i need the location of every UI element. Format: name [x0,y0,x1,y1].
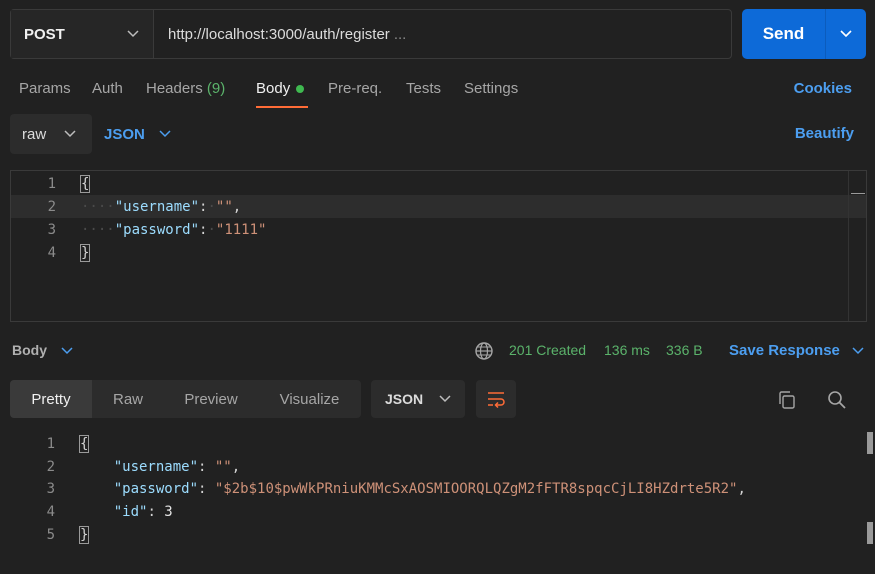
line-number: 3 [47,221,56,238]
chevron-down-icon [127,30,139,38]
tab-auth[interactable]: Auth [92,80,123,97]
scrollbar-thumb[interactable] [851,193,865,194]
code-line: 5 } [10,523,867,546]
line-number: 4 [47,244,56,261]
save-response-label: Save Response [729,342,840,359]
code-line: 4 "id": 3 [10,500,867,523]
tab-visualize[interactable]: Visualize [258,380,361,418]
save-response-button[interactable]: Save Response [729,342,864,359]
json-value: "1111" [215,221,267,238]
line-number: 3 [46,480,55,497]
globe-icon[interactable] [474,341,494,361]
wrap-lines-button[interactable] [476,380,516,418]
method-select[interactable]: POST [11,10,154,58]
response-size[interactable]: 336 B [666,342,703,358]
code-line: 2 ····"username":·"", [11,195,866,218]
tab-raw[interactable]: Raw [92,380,164,418]
code-line: 3 ····"password":·"1111" [11,218,866,241]
close-brace: } [79,243,91,262]
send-button-group: Send [742,9,866,59]
open-brace: { [79,174,91,193]
tab-preview[interactable]: Preview [164,380,258,418]
request-url-bar: POST http://localhost:3000/auth/register… [10,9,732,59]
open-brace: { [78,434,90,453]
beautify-button[interactable]: Beautify [795,125,854,142]
chevron-down-icon [439,395,451,403]
url-text: http://localhost:3000/auth/register [168,25,390,43]
url-ellipsis: ... [393,25,407,43]
chevron-down-icon [852,347,864,355]
language-select[interactable]: JSON [104,114,171,154]
tab-settings[interactable]: Settings [464,80,518,97]
cookies-link[interactable]: Cookies [794,80,852,97]
request-body-editor[interactable]: 1 { 2 ····"username":·"", 3 ····"passwor… [10,170,867,322]
chevron-down-icon [64,130,76,138]
body-mode-select[interactable]: raw [10,114,92,154]
json-value: 3 [164,503,173,520]
body-mode-label: raw [22,125,47,143]
json-key: "password" [113,480,199,497]
body-indicator-dot [296,85,305,94]
response-view-tabs: Pretty Raw Preview Visualize [10,380,361,418]
tab-body-label: Body [256,80,291,97]
status-code[interactable]: 201 Created [509,342,586,358]
tab-prereq[interactable]: Pre-req. [328,80,382,97]
code-line: 4 } [11,241,866,264]
wrap-lines-icon [488,392,505,408]
headers-count: (9) [206,80,226,97]
send-button[interactable]: Send [742,9,826,59]
close-brace: } [78,525,90,544]
response-format-select[interactable]: JSON [371,380,465,418]
json-key: "password" [114,221,200,238]
code-line: 3 "password": "$2b$10$pwWkPRniuKMMcSxAOS… [10,477,867,500]
line-number: 1 [47,175,56,192]
chevron-down-icon [159,130,171,138]
json-key: "username" [113,458,199,475]
code-line: 2 "username": "", [10,455,867,478]
request-tabs: Params Auth Headers (9) Body Pre-req. Te… [0,70,875,110]
tab-params[interactable]: Params [19,80,71,97]
active-tab-underline [256,106,308,108]
json-key: "id" [113,503,148,520]
response-body-viewer[interactable]: 1 { 2 "username": "", 3 "password": "$2b… [10,432,873,562]
scrollbar-thumb[interactable] [867,432,873,454]
line-number: 2 [46,458,55,475]
tab-tests[interactable]: Tests [406,80,441,97]
code-line: 1 { [10,432,867,455]
tab-pretty[interactable]: Pretty [10,380,92,418]
editor-scrollbar[interactable] [848,171,866,321]
line-number: 2 [47,198,56,215]
json-value: "" [215,198,233,215]
copy-icon[interactable] [777,390,797,410]
tab-headers-label: Headers [146,80,203,97]
response-time[interactable]: 136 ms [604,342,650,358]
response-format-label: JSON [385,391,424,407]
scrollbar-thumb[interactable] [867,522,873,544]
line-number: 5 [46,526,55,543]
line-number: 1 [46,435,55,452]
language-label: JSON [104,125,145,143]
tab-headers[interactable]: Headers (9) [146,80,225,97]
json-key: "username" [114,198,200,215]
send-options-button[interactable] [826,9,866,59]
response-body-label: Body [12,342,47,358]
response-header: Body 201 Created 136 ms 336 B Save Respo… [0,330,875,370]
response-body-select[interactable]: Body [12,342,73,358]
code-line: 1 { [11,172,866,195]
body-mode-row: raw JSON Beautify [0,114,875,154]
chevron-down-icon [61,347,73,355]
chevron-down-icon [840,30,852,38]
method-label: POST [24,25,65,43]
json-value: "$2b$10$pwWkPRniuKMMcSxAOSMIOORQLQZgM2fF… [214,480,738,497]
line-number: 4 [46,503,55,520]
search-icon[interactable] [827,390,847,410]
url-input[interactable]: http://localhost:3000/auth/register ... [154,10,731,58]
json-value: "" [214,458,232,475]
tab-body[interactable]: Body [256,80,305,97]
